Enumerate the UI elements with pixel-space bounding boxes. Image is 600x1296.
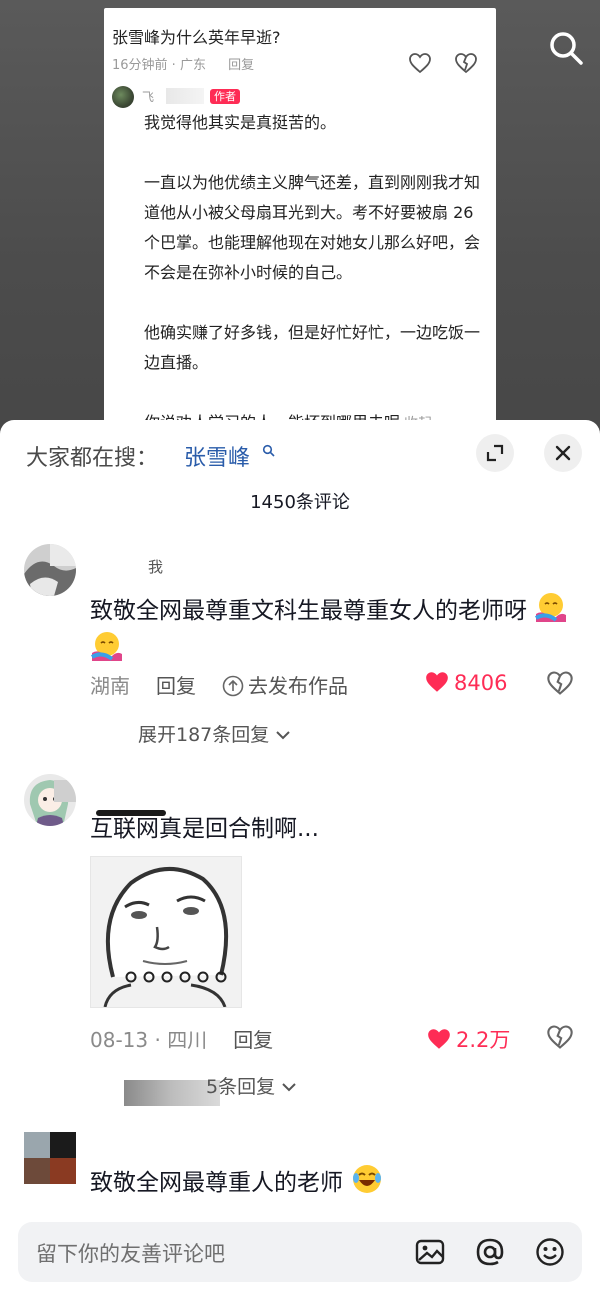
chevron-down-icon	[276, 731, 291, 740]
comment-item: 致敬全网最尊重人的老师	[0, 1130, 600, 1230]
expand-icon	[486, 444, 504, 462]
emoji-icon[interactable]	[534, 1236, 566, 1268]
chevron-down-icon	[282, 1083, 296, 1092]
mention-icon[interactable]	[474, 1236, 506, 1268]
author-badge: 作者	[210, 89, 240, 104]
blurred-name-mask	[166, 88, 204, 104]
comment-location: 湖南	[90, 674, 130, 698]
avatar[interactable]	[24, 1132, 76, 1184]
comment-input-placeholder: 留下你的友善评论吧	[36, 1242, 225, 1266]
reply-button[interactable]: 回复	[233, 1028, 273, 1052]
expand-replies-button[interactable]: 5条回复	[206, 1072, 297, 1099]
question-reply: 回复	[228, 58, 255, 73]
comment-text-content: 致敬全网最尊重文科生最尊重女人的老师呀	[90, 598, 527, 624]
trending-label: 大家都在搜：	[26, 446, 159, 471]
reply-avatar	[112, 86, 134, 108]
heart-outline-icon	[409, 53, 431, 74]
reply-text: 我觉得他其实是真挺苦的。 一直以为他优绩主义脾气还差，直到刚刚我才知道他从小被父…	[144, 108, 484, 428]
image-icon[interactable]	[414, 1236, 446, 1268]
avatar[interactable]	[24, 774, 76, 826]
expand-replies-button[interactable]: 展开187条回复	[138, 720, 291, 747]
publish-work-button[interactable]: 去发布作品	[222, 674, 348, 698]
question-meta: 16分钟前 · 广东 回复	[112, 54, 254, 73]
face-meme-icon	[91, 857, 241, 1008]
upload-icon	[222, 675, 244, 697]
dislike-icon[interactable]	[546, 1024, 574, 1050]
reply-paragraph: 我觉得他其实是真挺苦的。	[144, 113, 337, 132]
comment-meta: 08-13 · 四川 回复	[90, 1024, 273, 1053]
question-time: 16分钟前 · 广东	[112, 58, 206, 73]
comment-text: 互联网真是回合制啊...	[90, 816, 319, 842]
comment-sheet: 大家都在搜： 张雪峰 1450条评论 我 致敬全网最尊重文科生最尊重女人的老师呀…	[0, 420, 600, 1296]
laughing-tears-emoji-icon	[353, 1165, 382, 1193]
expand-replies-label: 5条回复	[206, 1076, 276, 1098]
hug-emoji-icon	[90, 632, 122, 661]
author-tag: 我	[148, 558, 164, 576]
small-search-icon	[262, 444, 275, 457]
reply-paragraph: 他确实赚了好多钱，但是好忙好忙，一边吃饭一边直播。	[144, 323, 481, 372]
expand-replies-label: 展开187条回复	[138, 724, 270, 746]
search-icon[interactable]	[546, 28, 586, 68]
question-title: 张雪峰为什么英年早逝?	[112, 28, 281, 47]
close-button[interactable]	[544, 434, 582, 472]
video-background[interactable]: 张雪峰为什么英年早逝? 16分钟前 · 广东 回复 飞 作者 我觉得他其实是真挺…	[0, 0, 600, 440]
reply-button[interactable]: 回复	[156, 674, 196, 698]
comment-date-location: 08-13 · 四川	[90, 1028, 208, 1052]
like-button[interactable]: 8406	[424, 670, 507, 695]
comment-count: 1450条评论	[250, 492, 350, 513]
avatar[interactable]	[24, 544, 76, 596]
broken-heart-icon	[455, 53, 477, 74]
meme-image[interactable]	[90, 856, 242, 1008]
comment-item: 我 致敬全网最尊重文科生最尊重女人的老师呀 湖南 回复 去发布作品 8406 展…	[0, 540, 600, 770]
comment-item: 互联网真是回合制啊... 08-13 · 四川 回复 2.2万 5条回复	[0, 770, 600, 1120]
comment-text-content: 致敬全网最尊重人的老师	[90, 1170, 343, 1196]
hug-emoji-icon	[535, 593, 567, 622]
like-button[interactable]: 2.2万	[426, 1024, 510, 1054]
comment-text: 致敬全网最尊重人的老师	[90, 1162, 590, 1201]
comment-text: 致敬全网最尊重文科生最尊重女人的老师呀	[90, 590, 590, 668]
screenshot-card: 张雪峰为什么英年早逝? 16分钟前 · 广东 回复 飞 作者 我觉得他其实是真挺…	[104, 8, 496, 428]
comment-input[interactable]: 留下你的友善评论吧	[18, 1222, 582, 1282]
reply-paragraph: 一直以为他优绩主义脾气还差，直到刚刚我才知道他从小被父母扇耳光到大。考不好要被扇…	[144, 173, 481, 282]
dislike-icon[interactable]	[546, 670, 574, 696]
heart-filled-icon	[426, 672, 448, 692]
publish-work-label: 去发布作品	[248, 674, 348, 698]
comment-meta: 湖南 回复 去发布作品	[90, 670, 348, 699]
close-icon	[555, 445, 571, 461]
trending-search-link[interactable]: 张雪峰	[184, 440, 250, 472]
like-count: 8406	[454, 671, 508, 695]
heart-filled-icon	[428, 1029, 450, 1049]
like-count: 2.2万	[456, 1028, 511, 1052]
expand-button[interactable]	[476, 434, 514, 472]
reply-author-name: 飞	[142, 90, 155, 104]
